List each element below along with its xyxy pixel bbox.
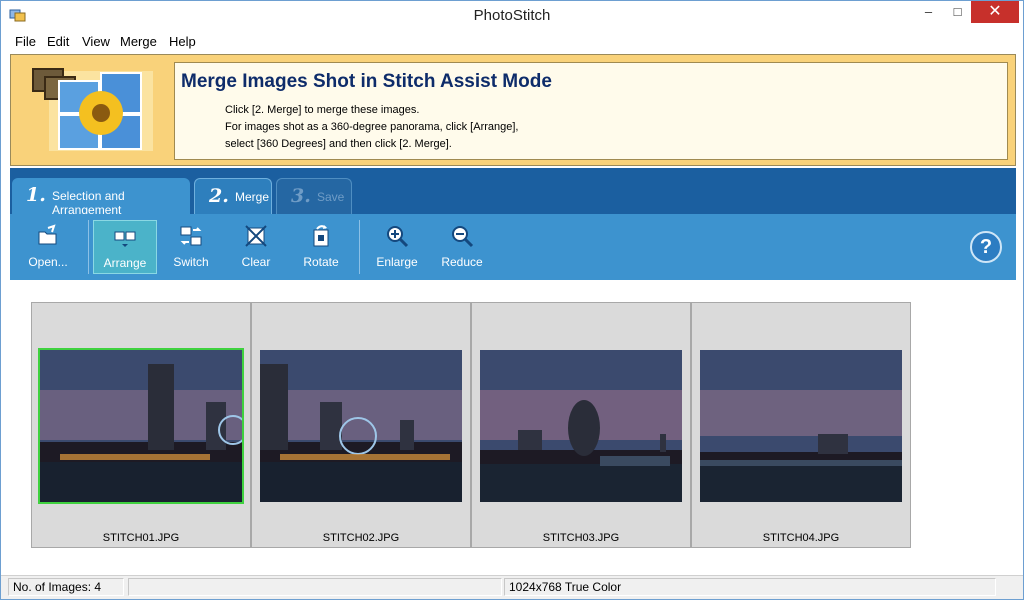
tab-save: 3. Save	[276, 178, 352, 214]
thumbnail-filename: STITCH04.JPG	[762, 532, 840, 544]
clear-label: Clear	[241, 255, 271, 269]
zoom-in-icon	[387, 226, 409, 248]
resize-grip-icon[interactable]	[998, 578, 1018, 596]
menu-merge[interactable]: Merge	[120, 34, 157, 49]
photo-thumbnail	[38, 348, 244, 504]
tab-selection-arrangement[interactable]: 1. Selection and Arrangement	[12, 178, 190, 217]
reduce-label: Reduce	[441, 255, 483, 269]
tab-label: Merge	[235, 190, 270, 204]
arrange-label: Arrange	[103, 256, 147, 270]
zoom-out-icon	[452, 226, 474, 248]
tab-number: 2.	[209, 185, 229, 207]
toolbar-separator	[88, 220, 89, 274]
enlarge-button[interactable]: Enlarge	[365, 220, 429, 274]
tab-number: 3.	[291, 185, 311, 207]
photo-thumbnail	[260, 350, 462, 502]
clear-button[interactable]: Clear	[224, 220, 288, 274]
photostitch-window: PhotoStitch – □ ✕ File Edit View Merge H…	[0, 0, 1024, 600]
tab-merge[interactable]: 2. Merge	[194, 178, 272, 214]
thumbnail-filename: STITCH03.JPG	[542, 532, 620, 544]
rotate-button[interactable]: Rotate	[289, 220, 353, 274]
photo-thumbnail	[480, 350, 682, 502]
thumbnail-card[interactable]: STITCH03.JPG	[471, 302, 691, 548]
menu-view[interactable]: View	[82, 34, 110, 49]
image-area: STITCH01.JPG STITCH02.JPG STITCH03.JPG S…	[10, 282, 1016, 574]
arrange-icon	[114, 231, 136, 247]
tab-number: 1.	[26, 184, 46, 206]
thumbnail-card[interactable]: STITCH04.JPG	[691, 302, 911, 548]
close-button[interactable]: ✕	[971, 1, 1019, 23]
banner-title: Merge Images Shot in Stitch Assist Mode	[181, 71, 552, 92]
banner-line-1: Click [2. Merge] to merge these images.	[225, 104, 420, 116]
tab-label: Selection and Arrangement	[52, 189, 125, 217]
maximize-button[interactable]: □	[943, 1, 972, 23]
open-button[interactable]: Open...	[16, 220, 80, 274]
title-bar[interactable]: PhotoStitch – □ ✕	[1, 1, 1023, 32]
photo-thumbnail	[700, 350, 902, 502]
menu-help[interactable]: Help	[169, 34, 196, 49]
thumbnail-filename: STITCH01.JPG	[102, 532, 180, 544]
menu-bar: File Edit View Merge Help	[1, 32, 1023, 52]
resolution-status: 1024x768 True Color	[504, 578, 996, 596]
switch-icon	[180, 226, 202, 246]
banner-line-2: For images shot as a 360-degree panorama…	[225, 121, 519, 133]
arrange-button[interactable]: Arrange	[93, 220, 157, 274]
help-button[interactable]: ?	[970, 231, 1002, 263]
menu-file[interactable]: File	[15, 34, 36, 49]
status-bar: No. of Images: 4 1024x768 True Color	[1, 575, 1023, 599]
instruction-banner: Merge Images Shot in Stitch Assist Mode …	[10, 54, 1016, 166]
open-label: Open...	[28, 255, 68, 269]
tab-label: Save	[317, 190, 345, 204]
open-folder-icon	[38, 224, 57, 245]
minimize-button[interactable]: –	[914, 1, 943, 23]
rotate-label: Rotate	[303, 255, 339, 269]
status-message	[128, 578, 502, 596]
step-tab-strip: 1. Selection and Arrangement 2. Merge 3.…	[10, 168, 1016, 217]
banner-text-box: Merge Images Shot in Stitch Assist Mode …	[174, 62, 1008, 160]
menu-edit[interactable]: Edit	[47, 34, 69, 49]
banner-line-3: select [360 Degrees] and then click [2. …	[225, 138, 452, 150]
thumbnail-filename: STITCH02.JPG	[322, 532, 400, 544]
stitch-illustration-icon	[32, 68, 153, 151]
window-title: PhotoStitch	[473, 7, 551, 24]
image-count-status: No. of Images: 4	[8, 578, 124, 596]
rotate-icon	[313, 225, 329, 247]
enlarge-label: Enlarge	[376, 255, 418, 269]
toolbar: Open... Arrange Switch Clear Rotate Enla…	[10, 214, 1016, 280]
switch-button[interactable]: Switch	[159, 220, 223, 274]
switch-label: Switch	[173, 255, 209, 269]
clear-icon	[245, 225, 267, 247]
toolbar-separator	[359, 220, 360, 274]
thumbnail-card[interactable]: STITCH01.JPG	[31, 302, 251, 548]
thumbnail-card[interactable]: STITCH02.JPG	[251, 302, 471, 548]
reduce-button[interactable]: Reduce	[430, 220, 494, 274]
